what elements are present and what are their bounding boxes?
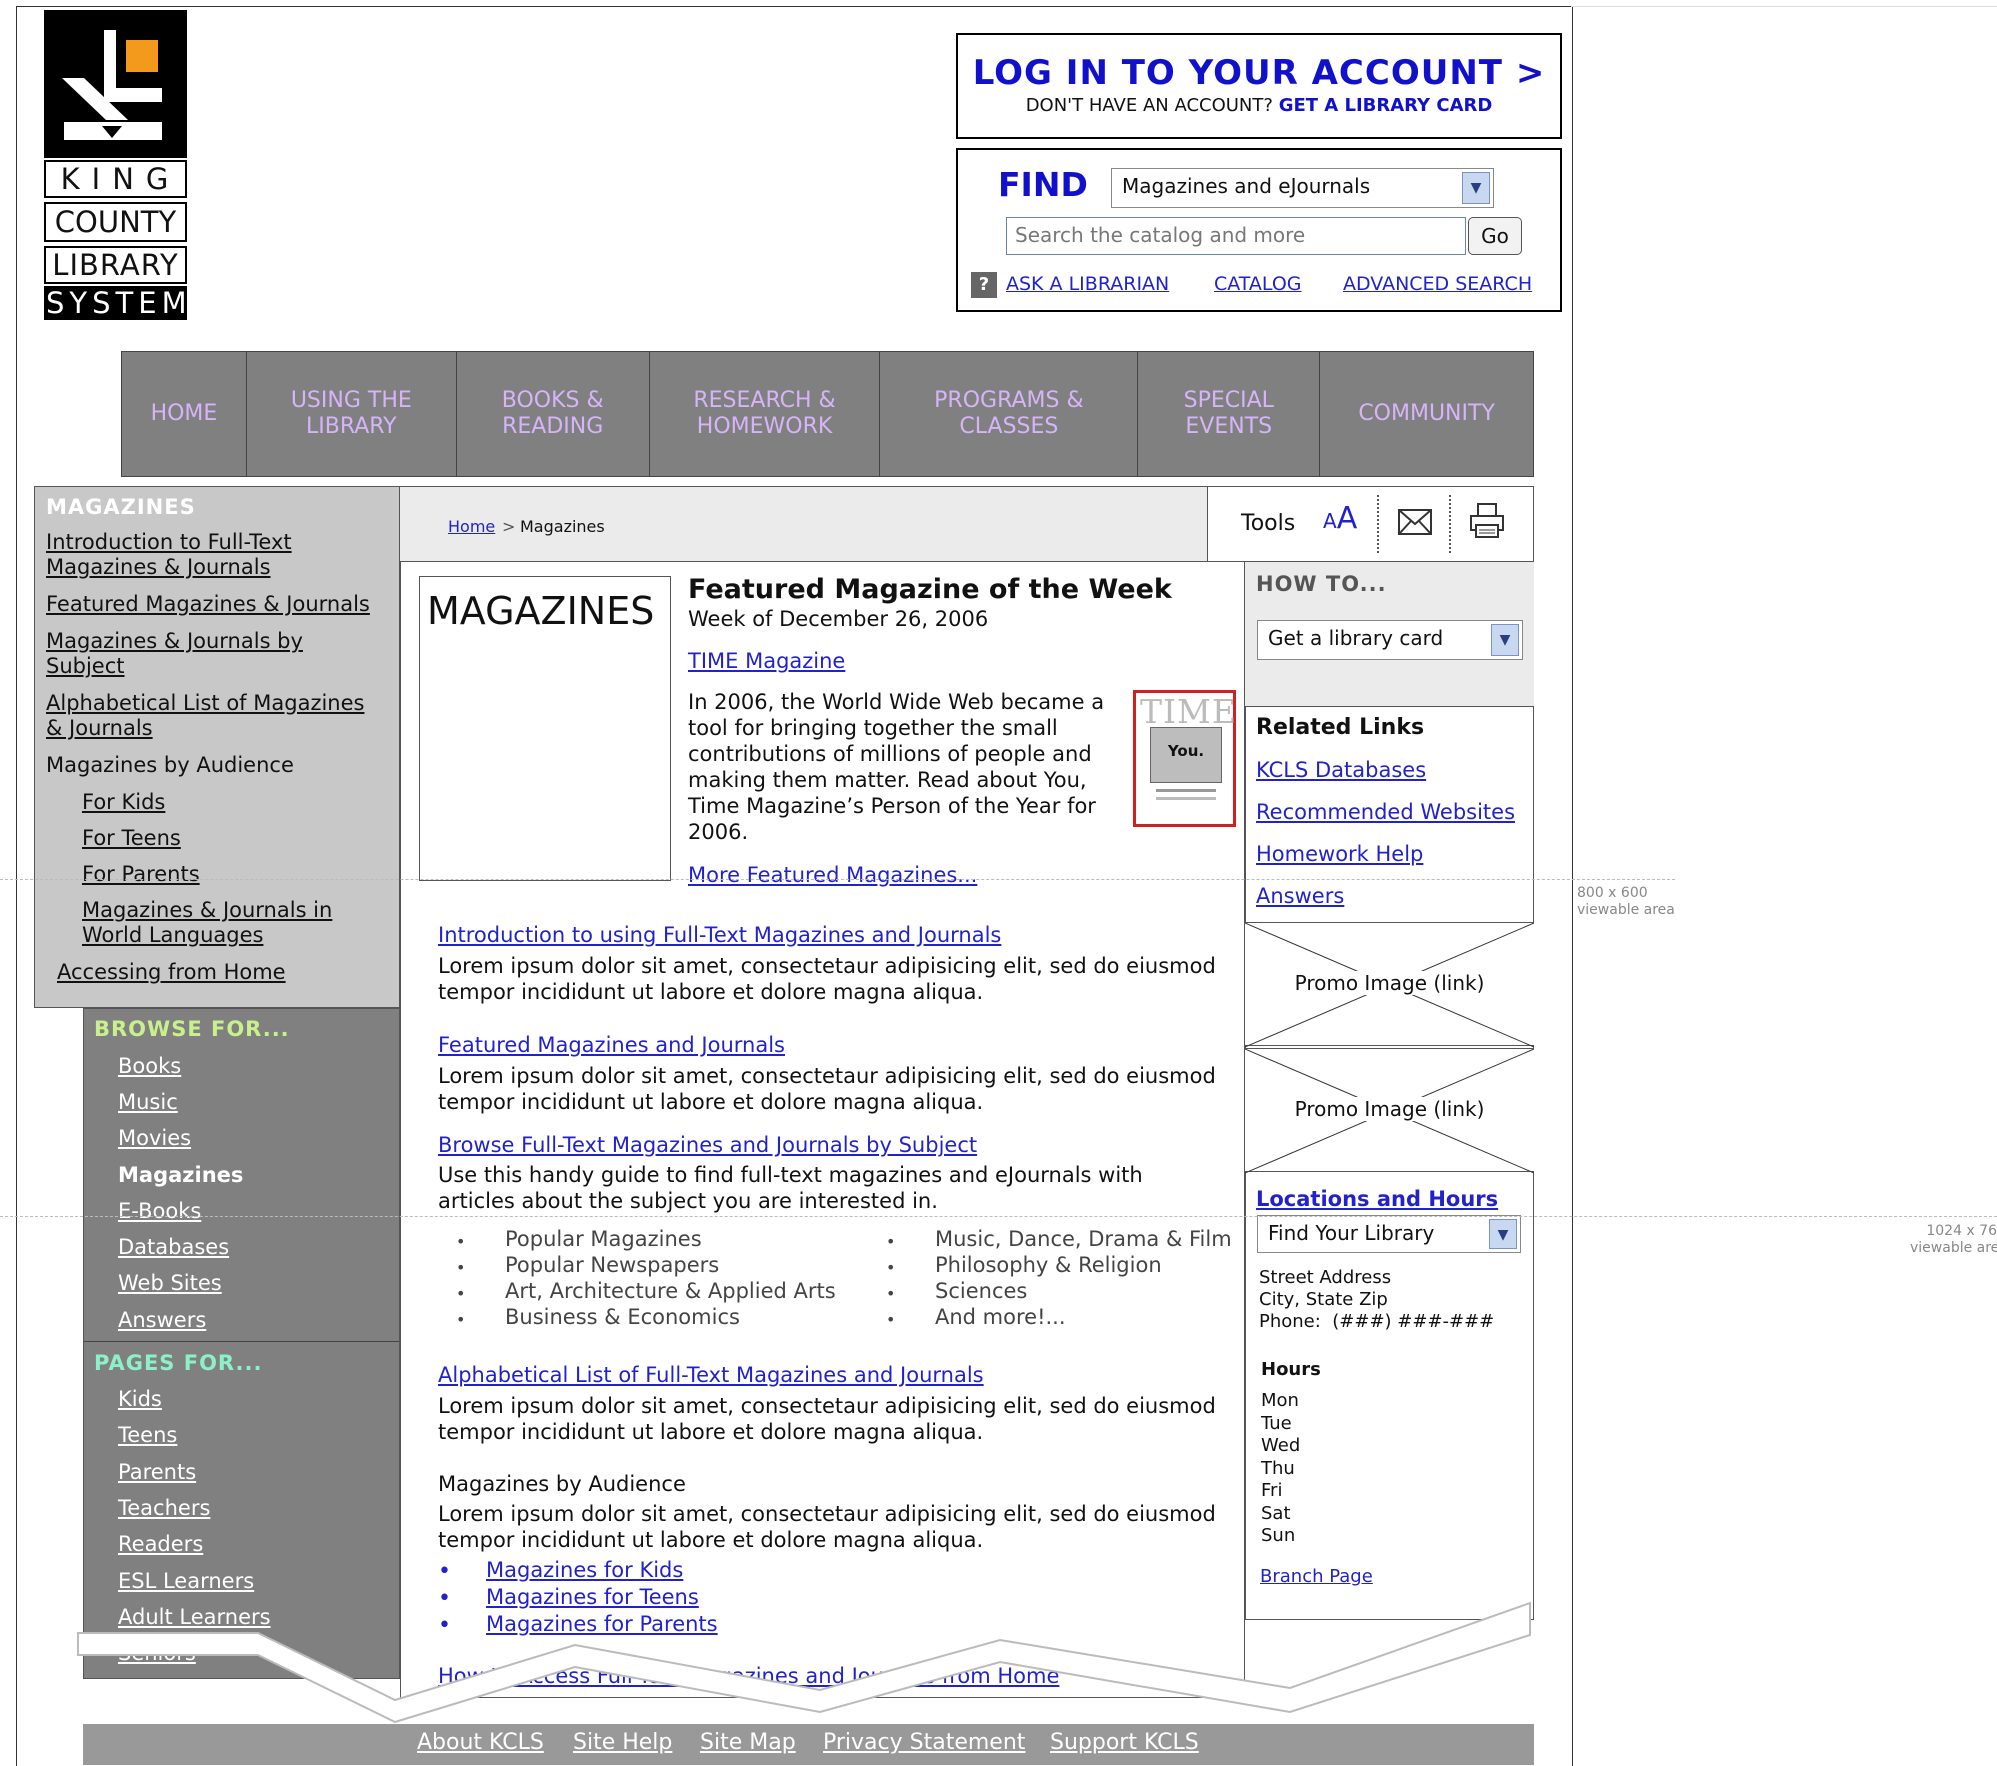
footer-support-link[interactable]: Support KCLS [1050,1730,1199,1755]
guide-label-text: viewable are [1910,1240,1997,1256]
viewport-guide-800 [0,879,1675,880]
footer-privacy-link[interactable]: Privacy Statement [823,1730,1025,1755]
guide-label-text: 1024 x 76 [1926,1223,1997,1239]
guide-label-text: 800 x 600 [1577,885,1648,901]
viewport-guide-1024 [0,1216,1997,1217]
page-break-indicator [77,1601,1531,1724]
footer: About KCLS Site Help Site Map Privacy St… [83,1724,1534,1765]
footer-about-link[interactable]: About KCLS [417,1730,544,1755]
guide-label-text: viewable area [1577,902,1675,918]
footer-site-help-link[interactable]: Site Help [573,1730,672,1755]
guide-label-800: 800 x 600 viewable area [1577,885,1675,919]
footer-site-map-link[interactable]: Site Map [700,1730,796,1755]
guide-label-1024: 1024 x 76 viewable are [1910,1223,1997,1257]
